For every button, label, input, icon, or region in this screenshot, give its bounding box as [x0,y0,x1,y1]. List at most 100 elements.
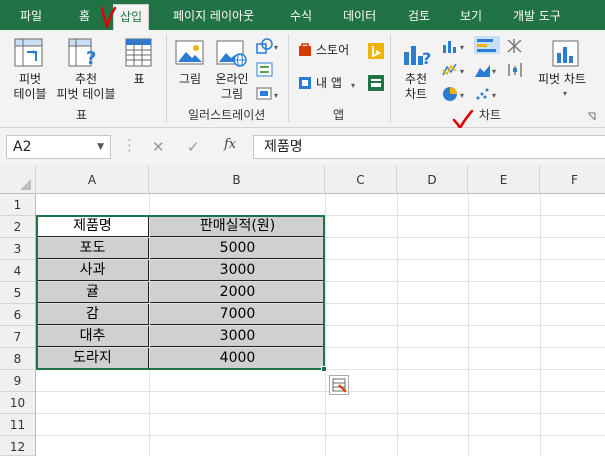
people-graph-icon[interactable] [368,75,384,91]
quick-analysis-button[interactable] [329,375,349,395]
column-chart-icon[interactable] [442,38,458,54]
cell-a2[interactable]: 제품명 [37,216,149,237]
waterfall-chart-icon[interactable] [506,38,524,54]
row-header[interactable]: 1 [0,194,36,216]
cell-b6[interactable]: 7000 [150,304,325,325]
red-check-annotation-icon [452,110,474,130]
cell-b8[interactable]: 4000 [150,348,325,369]
tab-developer[interactable]: 개발 도구 [513,0,561,30]
row-header[interactable]: 5 [0,282,36,304]
select-all-corner[interactable] [0,165,36,194]
pie-chart-icon[interactable] [442,86,458,102]
column-header-f[interactable]: F [540,165,605,194]
dialog-launcher-icon[interactable] [587,112,597,122]
ribbon-separator [288,34,289,122]
area-chart-dropdown-icon[interactable]: ▾ [492,64,496,79]
smartart-icon[interactable] [256,62,274,78]
fill-handle[interactable] [321,366,327,372]
cell-b3[interactable]: 5000 [150,238,325,259]
worksheet-grid[interactable]: A B C D E F 1 2 3 4 5 6 7 8 9 10 11 12 제… [0,165,605,456]
group-label-illustrations: 일러스트레이션 [188,108,266,122]
row-header[interactable]: 7 [0,326,36,348]
cell-a5[interactable]: 귤 [37,282,149,303]
group-label-tables: 표 [76,108,88,122]
tab-page-layout[interactable]: 페이지 레이아웃 [173,0,254,30]
column-header-e[interactable]: E [468,165,540,194]
group-label-addins: 앱 [333,108,345,122]
scatter-chart-icon[interactable] [474,86,492,102]
cell-b2[interactable]: 판매실적(원) [150,216,325,237]
screenshot-dropdown-icon[interactable]: ▾ [274,88,278,103]
name-box-value: A2 [13,139,32,155]
screenshot-icon[interactable] [256,86,274,102]
cell-a7[interactable]: 대추 [37,326,149,347]
recommended-charts-icon: ? [404,46,431,68]
cell-b4[interactable]: 3000 [150,260,325,281]
column-chart-dropdown-icon[interactable]: ▾ [460,40,464,55]
tab-formulas[interactable]: 수식 [290,0,312,30]
enter-icon[interactable]: ✓ [187,138,200,156]
gridline [36,435,605,436]
bar-chart-icon[interactable] [474,36,500,54]
gridline [36,413,605,414]
my-apps-dropdown-icon: ▾ [351,81,356,90]
pivot-table-icon [14,38,43,67]
shapes-dropdown-icon[interactable]: ▾ [274,40,278,55]
store-label: 스토어 [316,43,350,57]
cell-a3[interactable]: 포도 [37,238,149,259]
pivot-table-label-2: 테이블 [13,87,47,101]
row-header[interactable]: 6 [0,304,36,326]
pivot-chart-dropdown-icon: ▾ [563,89,568,98]
tab-review[interactable]: 검토 [408,0,430,30]
name-box[interactable]: A2 ▼ [6,135,111,159]
gridline [325,194,326,456]
row-header[interactable]: 10 [0,392,36,414]
red-check-annotation-icon [100,6,117,28]
scatter-chart-dropdown-icon[interactable]: ▾ [492,88,496,103]
column-header-b[interactable]: B [149,165,325,194]
cell-b7[interactable]: 3000 [150,326,325,347]
row-header[interactable]: 12 [0,436,36,456]
row-header[interactable]: 9 [0,370,36,392]
line-chart-dropdown-icon[interactable]: ▾ [460,64,464,79]
formula-input[interactable]: 제품명 [253,135,605,159]
svg-text:?: ? [422,49,431,68]
bing-icon[interactable] [368,43,384,59]
gridline [36,391,605,392]
tab-home[interactable]: 홈 [79,0,90,30]
my-apps-icon [299,77,311,89]
insert-function-icon[interactable]: fx [224,137,236,152]
tab-data[interactable]: 데이터 [343,0,376,30]
table-label: 표 [133,72,145,86]
row-header[interactable]: 3 [0,238,36,260]
cell-a4[interactable]: 사과 [37,260,149,281]
tab-insert[interactable]: 삽입 [113,4,150,30]
column-header-c[interactable]: C [325,165,397,194]
area-chart-icon[interactable] [474,62,492,78]
cell-b5[interactable]: 2000 [150,282,325,303]
quick-analysis-icon [332,378,347,393]
cancel-icon[interactable]: ✕ [152,138,165,156]
tab-file[interactable]: 파일 [20,0,42,30]
gridline [540,194,541,456]
row-header[interactable]: 2 [0,216,36,238]
recommended-charts-label-2: 차트 [404,87,428,101]
select-all-triangle-icon [20,179,31,190]
table-icon [125,38,152,67]
gridline [468,194,469,456]
column-header-a[interactable]: A [36,165,149,194]
line-chart-icon[interactable] [442,62,458,78]
row-header[interactable]: 11 [0,414,36,436]
tab-view[interactable]: 보기 [460,0,482,30]
stock-chart-icon[interactable] [506,62,524,78]
row-header[interactable]: 4 [0,260,36,282]
row-header[interactable]: 8 [0,348,36,370]
pie-chart-dropdown-icon[interactable]: ▾ [460,88,464,103]
shapes-icon[interactable] [256,38,274,54]
recommended-pivot-icon: ? [68,38,96,68]
column-header-d[interactable]: D [397,165,468,194]
cell-a8[interactable]: 도라지 [37,348,149,369]
cell-a6[interactable]: 감 [37,304,149,325]
recommended-pivot-label-1: 추천 [74,72,98,86]
name-box-dropdown-icon[interactable]: ▼ [97,136,104,158]
